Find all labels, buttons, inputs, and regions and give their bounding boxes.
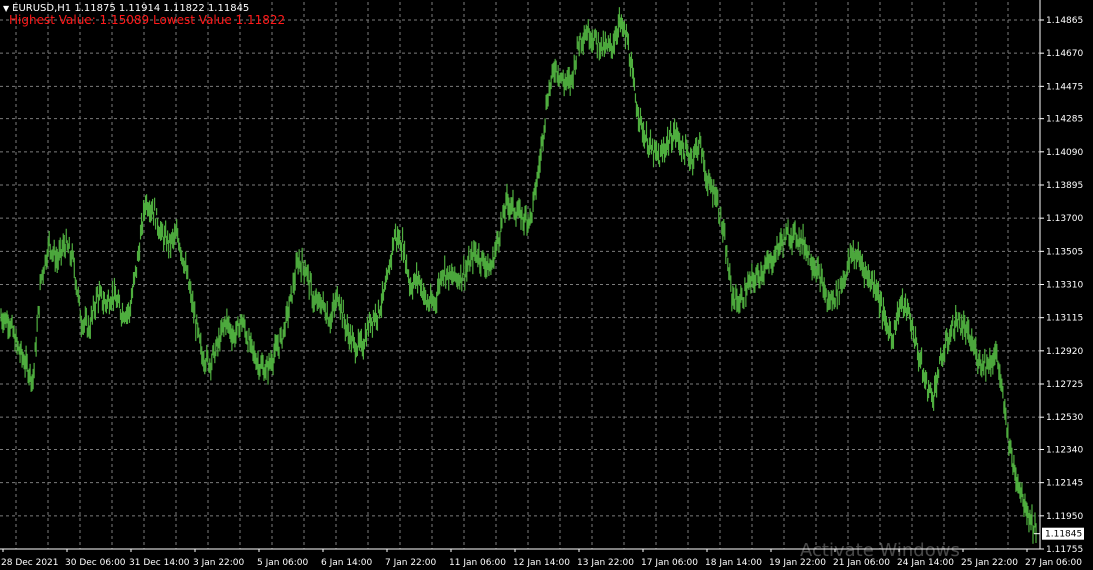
x-tick-label: 13 Jan 22:00 (577, 558, 634, 568)
y-tick-label: 1.14670 (1046, 49, 1083, 59)
y-tick-label: 1.12725 (1046, 380, 1083, 390)
activation-watermark: Activate Windows (800, 540, 960, 561)
x-tick-label: 7 Jan 22:00 (385, 558, 437, 568)
x-tick-label: 31 Dec 14:00 (129, 558, 190, 568)
y-tick-label: 1.11755 (1046, 545, 1083, 555)
x-tick-label: 11 Jan 06:00 (449, 558, 506, 568)
y-tick-label: 1.13700 (1046, 214, 1083, 224)
current-price-label: 1.11845 (1045, 530, 1082, 540)
x-tick-label: 28 Dec 2021 (1, 558, 59, 568)
y-tick-label: 1.11950 (1046, 512, 1083, 522)
y-tick-label: 1.14090 (1046, 148, 1083, 158)
y-tick-label: 1.12920 (1046, 347, 1083, 357)
y-tick-label: 1.12530 (1046, 413, 1083, 423)
y-tick-label: 1.13115 (1046, 314, 1083, 324)
x-tick-label: 30 Dec 06:00 (65, 558, 126, 568)
y-tick-label: 1.14475 (1046, 82, 1083, 92)
x-tick-label: 6 Jan 14:00 (321, 558, 373, 568)
y-tick-label: 1.12145 (1046, 479, 1083, 489)
price-chart[interactable]: 1.14865 1.14670 1.14475 1.14285 1.14090 1.138… (0, 0, 1093, 570)
y-tick-label: 1.14285 (1046, 115, 1083, 125)
x-tick-label: 25 Jan 22:00 (961, 558, 1018, 568)
y-tick-label: 1.13505 (1046, 247, 1083, 257)
highlow-info: Highest Value: 1.15089 Lowest Value 1.11… (9, 13, 286, 27)
x-tick-label: 27 Jan 06:00 (1025, 558, 1082, 568)
y-tick-label: 1.13895 (1046, 181, 1083, 191)
x-tick-label: 3 Jan 22:00 (193, 558, 245, 568)
x-tick-label: 5 Jan 06:00 (257, 558, 309, 568)
x-tick-label: 17 Jan 06:00 (641, 558, 698, 568)
x-tick-label: 12 Jan 14:00 (513, 558, 570, 568)
y-tick-label: 1.13310 (1046, 281, 1083, 291)
x-tick-label: 18 Jan 14:00 (705, 558, 762, 568)
y-tick-label: 1.14865 (1046, 16, 1083, 26)
collapse-triangle-icon[interactable]: ▼ (3, 4, 9, 13)
y-tick-label: 1.12340 (1046, 445, 1083, 455)
